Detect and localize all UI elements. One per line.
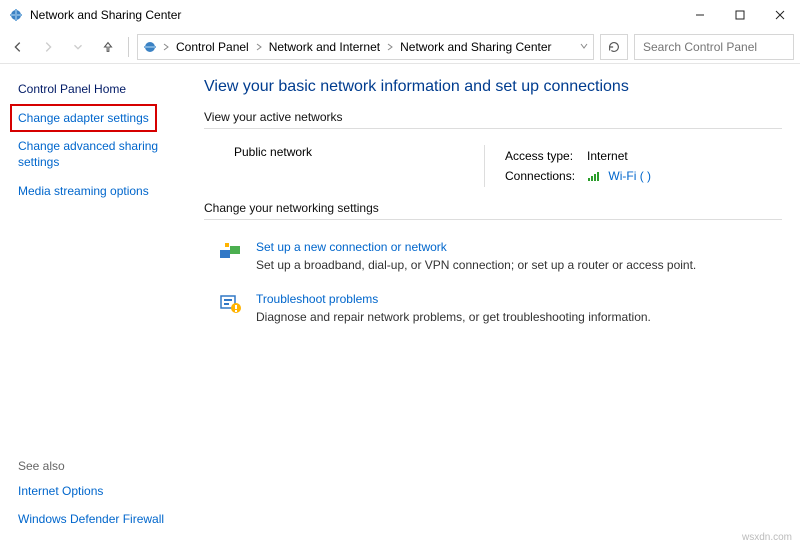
separator bbox=[128, 37, 129, 57]
titlebar: Network and Sharing Center bbox=[0, 0, 800, 30]
breadcrumb-item[interactable]: Network and Internet bbox=[267, 40, 382, 54]
chevron-right-icon[interactable] bbox=[255, 43, 263, 51]
main-layout: Control Panel Home Change adapter settin… bbox=[0, 64, 800, 549]
recent-dropdown[interactable] bbox=[66, 35, 90, 59]
close-button[interactable] bbox=[760, 0, 800, 30]
setup-connection-desc: Set up a broadband, dial-up, or VPN conn… bbox=[256, 258, 696, 272]
address-bar-row: Control Panel Network and Internet Netwo… bbox=[0, 30, 800, 64]
wifi-signal-icon bbox=[587, 170, 601, 182]
refresh-button[interactable] bbox=[600, 34, 628, 60]
content-area: View your basic network information and … bbox=[190, 64, 800, 549]
breadcrumb[interactable]: Control Panel Network and Internet Netwo… bbox=[137, 34, 594, 60]
media-streaming-options-link[interactable]: Media streaming options bbox=[18, 183, 176, 199]
chevron-right-icon[interactable] bbox=[162, 43, 170, 51]
task-setup-connection: Set up a new connection or network Set u… bbox=[204, 234, 782, 286]
search-input[interactable] bbox=[641, 39, 800, 55]
back-button[interactable] bbox=[6, 35, 30, 59]
troubleshoot-link[interactable]: Troubleshoot problems bbox=[256, 292, 651, 306]
troubleshoot-icon bbox=[218, 292, 242, 316]
breadcrumb-item[interactable]: Control Panel bbox=[174, 40, 251, 54]
network-center-icon bbox=[142, 39, 158, 55]
chevron-right-icon[interactable] bbox=[386, 43, 394, 51]
maximize-button[interactable] bbox=[720, 0, 760, 30]
chevron-down-icon[interactable] bbox=[579, 40, 589, 54]
change-settings-label: Change your networking settings bbox=[204, 201, 782, 215]
wifi-connection-link[interactable]: Wi-Fi ( ) bbox=[608, 169, 651, 183]
connections-label: Connections: bbox=[505, 167, 585, 185]
network-center-icon bbox=[8, 7, 24, 23]
setup-connection-icon bbox=[218, 240, 242, 264]
change-advanced-sharing-link[interactable]: Change advanced sharing settings bbox=[18, 138, 176, 170]
network-name: Public network bbox=[234, 145, 484, 159]
separator bbox=[204, 219, 782, 220]
highlighted-annotation: Change adapter settings bbox=[10, 104, 157, 132]
control-panel-home-link[interactable]: Control Panel Home bbox=[18, 82, 176, 96]
troubleshoot-desc: Diagnose and repair network problems, or… bbox=[256, 310, 651, 324]
task-troubleshoot: Troubleshoot problems Diagnose and repai… bbox=[204, 286, 782, 338]
search-box[interactable] bbox=[634, 34, 794, 60]
window-title: Network and Sharing Center bbox=[30, 8, 181, 22]
windows-defender-firewall-link[interactable]: Windows Defender Firewall bbox=[18, 511, 176, 527]
forward-button[interactable] bbox=[36, 35, 60, 59]
breadcrumb-item[interactable]: Network and Sharing Center bbox=[398, 40, 553, 54]
up-button[interactable] bbox=[96, 35, 120, 59]
minimize-button[interactable] bbox=[680, 0, 720, 30]
internet-options-link[interactable]: Internet Options bbox=[18, 483, 176, 499]
active-network-row: Public network Access type: Internet Con… bbox=[204, 139, 782, 201]
access-type-label: Access type: bbox=[505, 147, 585, 165]
page-heading: View your basic network information and … bbox=[204, 78, 782, 96]
see-also-section: See also Internet Options Windows Defend… bbox=[18, 459, 176, 539]
sidebar: Control Panel Home Change adapter settin… bbox=[0, 64, 190, 549]
setup-connection-link[interactable]: Set up a new connection or network bbox=[256, 240, 696, 254]
change-adapter-settings-link[interactable]: Change adapter settings bbox=[18, 110, 149, 126]
access-type-value: Internet bbox=[587, 147, 661, 165]
active-networks-label: View your active networks bbox=[204, 110, 782, 124]
see-also-label: See also bbox=[18, 459, 176, 473]
separator bbox=[204, 128, 782, 129]
